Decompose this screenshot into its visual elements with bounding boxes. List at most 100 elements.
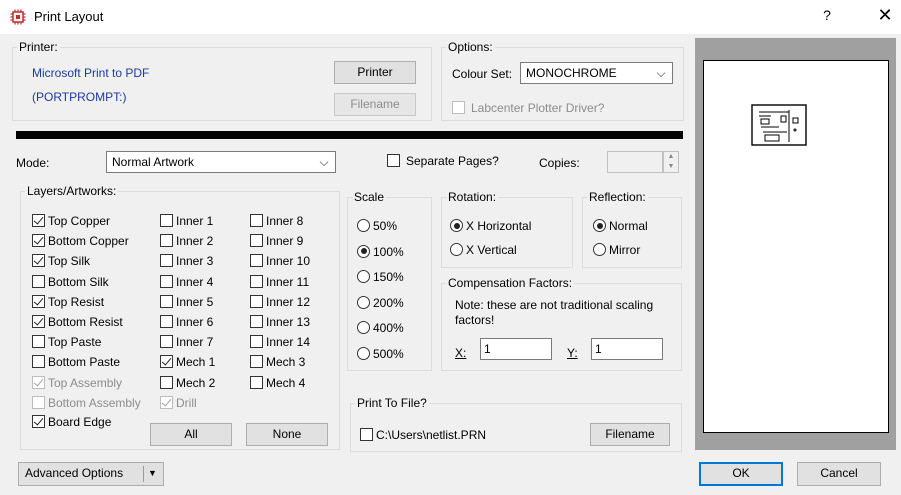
- checkmark-icon: [160, 395, 173, 409]
- layer-mech-2-checkbox[interactable]: Mech 2: [160, 375, 216, 392]
- layer-top-paste-checkbox[interactable]: Top Paste: [32, 335, 101, 351]
- layer-inner-4-checkbox[interactable]: Inner 4: [160, 274, 213, 291]
- layer-top-resist-checkbox[interactable]: Top Resist: [32, 294, 104, 311]
- layer-bottom-silk-checkbox[interactable]: Bottom Silk: [32, 274, 109, 291]
- layer-inner-6-checkbox[interactable]: Inner 6: [160, 315, 213, 331]
- layer-top-copper-checkbox[interactable]: Top Copper: [32, 214, 110, 230]
- layer-inner-14-checkbox[interactable]: Inner 14: [250, 335, 310, 351]
- scale-400-radio[interactable]: 400%: [357, 321, 404, 337]
- radio-empty-icon: [357, 270, 370, 283]
- checkbox-label: Mech 2: [176, 375, 216, 390]
- layers-all-button[interactable]: All: [150, 423, 232, 446]
- layer-inner-11-checkbox[interactable]: Inner 11: [250, 274, 310, 291]
- radio-label: 150%: [373, 270, 404, 284]
- copies-spinner[interactable]: ▲ ▼: [663, 151, 679, 173]
- checkbox-label: Inner 10: [266, 254, 311, 269]
- checkbox-box: [32, 355, 45, 369]
- compensation-note: Note: these are not traditional scaling …: [455, 298, 654, 327]
- checkbox-box: [32, 274, 45, 288]
- checkbox-label: Mech 3: [266, 355, 306, 370]
- advanced-options-button[interactable]: Advanced Options ▼: [18, 462, 164, 486]
- layer-mech-3-checkbox[interactable]: Mech 3: [250, 355, 305, 371]
- checkbox-box: [160, 315, 173, 328]
- checkbox-label: Inner 5: [176, 294, 214, 309]
- checkbox-box: [160, 254, 173, 268]
- ok-button[interactable]: OK: [699, 462, 783, 486]
- separate-pages-checkbox[interactable]: Separate Pages?: [387, 154, 499, 170]
- scale-200-radio[interactable]: 200%: [357, 295, 404, 312]
- cancel-button[interactable]: Cancel: [797, 462, 881, 486]
- checkbox-box: [250, 315, 263, 328]
- checkbox-box: [32, 335, 45, 349]
- layer-inner-13-checkbox[interactable]: Inner 13: [250, 315, 310, 331]
- checkbox-label: Inner 14: [266, 335, 311, 350]
- plotter-driver-checkbox[interactable]: Labcenter Plotter Driver?: [452, 101, 604, 117]
- scale-150-radio[interactable]: 150%: [357, 270, 404, 286]
- compensation-x-label: X:: [455, 346, 467, 360]
- copies-label: Copies:: [539, 156, 580, 170]
- layer-drill-checkbox[interactable]: Drill: [160, 395, 197, 412]
- checkbox-box: [250, 254, 263, 268]
- printer-filename-button[interactable]: Filename: [334, 93, 416, 116]
- rotation-x-horizontal-radio[interactable]: X Horizontal: [450, 219, 531, 235]
- layer-bottom-assembly-checkbox[interactable]: Bottom Assembly: [32, 395, 141, 412]
- print-to-file-checkbox[interactable]: C:\Users\netlist.PRN: [360, 428, 486, 444]
- reflection-mirror-radio[interactable]: Mirror: [593, 243, 640, 259]
- layer-top-assembly-checkbox[interactable]: Top Assembly: [32, 375, 122, 392]
- layer-inner-8-checkbox[interactable]: Inner 8: [250, 214, 303, 230]
- scale-100-radio[interactable]: 100%: [357, 244, 404, 261]
- layer-inner-1-checkbox[interactable]: Inner 1: [160, 214, 213, 230]
- rotation-x-vertical-radio[interactable]: X Vertical: [450, 243, 517, 259]
- compensation-y-label: Y:: [567, 346, 578, 360]
- checkbox-label: Top Silk: [48, 254, 91, 269]
- checkbox-box: [250, 234, 263, 248]
- colour-set-label: Colour Set:: [452, 67, 513, 81]
- checkbox-label: Inner 1: [176, 214, 214, 228]
- scale-500-radio[interactable]: 500%: [357, 346, 404, 363]
- checkbox-label: Inner 11: [266, 274, 310, 289]
- radio-empty-icon: [357, 321, 370, 334]
- checkbox-label: Top Copper: [48, 214, 111, 228]
- layers-none-button[interactable]: None: [246, 423, 328, 446]
- layer-mech-1-checkbox[interactable]: Mech 1: [160, 355, 215, 371]
- layer-bottom-resist-checkbox[interactable]: Bottom Resist: [32, 315, 123, 331]
- printer-port: (PORTPROMPT:): [32, 90, 127, 104]
- options-group-legend: Options:: [448, 40, 493, 54]
- mode-select[interactable]: Normal Artwork ⌵: [106, 151, 336, 173]
- radio-label: 500%: [373, 346, 404, 361]
- layer-inner-3-checkbox[interactable]: Inner 3: [160, 254, 213, 270]
- layer-bottom-copper-checkbox[interactable]: Bottom Copper: [32, 234, 129, 250]
- printer-button[interactable]: Printer: [334, 61, 416, 84]
- reflection-normal-radio[interactable]: Normal: [593, 219, 648, 235]
- copies-input[interactable]: [607, 151, 663, 173]
- checkbox-box: [160, 214, 173, 227]
- spin-down-icon[interactable]: ▼: [664, 162, 678, 172]
- radio-label: Mirror: [609, 243, 641, 257]
- layer-inner-7-checkbox[interactable]: Inner 7: [160, 335, 213, 351]
- layer-mech-4-checkbox[interactable]: Mech 4: [250, 375, 305, 392]
- help-button[interactable]: ?: [818, 7, 836, 23]
- spin-up-icon[interactable]: ▲: [664, 152, 678, 162]
- checkmark-icon: [32, 294, 45, 308]
- window-title: Print Layout: [34, 9, 104, 24]
- layer-inner-5-checkbox[interactable]: Inner 5: [160, 294, 214, 311]
- layer-inner-10-checkbox[interactable]: Inner 10: [250, 254, 310, 270]
- compensation-y-input[interactable]: 1: [591, 338, 663, 360]
- layer-inner-2-checkbox[interactable]: Inner 2: [160, 234, 213, 250]
- radio-label: X Horizontal: [466, 219, 532, 233]
- checkmark-icon: [32, 234, 45, 248]
- scale-50-radio[interactable]: 50%: [357, 219, 397, 235]
- close-button[interactable]: ✕: [876, 5, 894, 26]
- layer-bottom-paste-checkbox[interactable]: Bottom Paste: [32, 355, 120, 371]
- printer-name: Microsoft Print to PDF: [32, 66, 150, 80]
- layer-top-silk-checkbox[interactable]: Top Silk: [32, 254, 90, 270]
- colour-set-select[interactable]: MONOCHROME ⌵: [520, 62, 673, 84]
- layer-board-edge-checkbox[interactable]: Board Edge: [32, 415, 111, 431]
- separator-bar: [16, 131, 683, 139]
- layer-inner-12-checkbox[interactable]: Inner 12: [250, 294, 310, 311]
- layer-inner-9-checkbox[interactable]: Inner 9: [250, 234, 303, 250]
- compensation-x-input[interactable]: 1: [480, 338, 552, 360]
- checkbox-box: [250, 214, 263, 227]
- plotter-driver-label: Labcenter Plotter Driver?: [471, 101, 605, 115]
- print-to-file-filename-button[interactable]: Filename: [590, 423, 670, 446]
